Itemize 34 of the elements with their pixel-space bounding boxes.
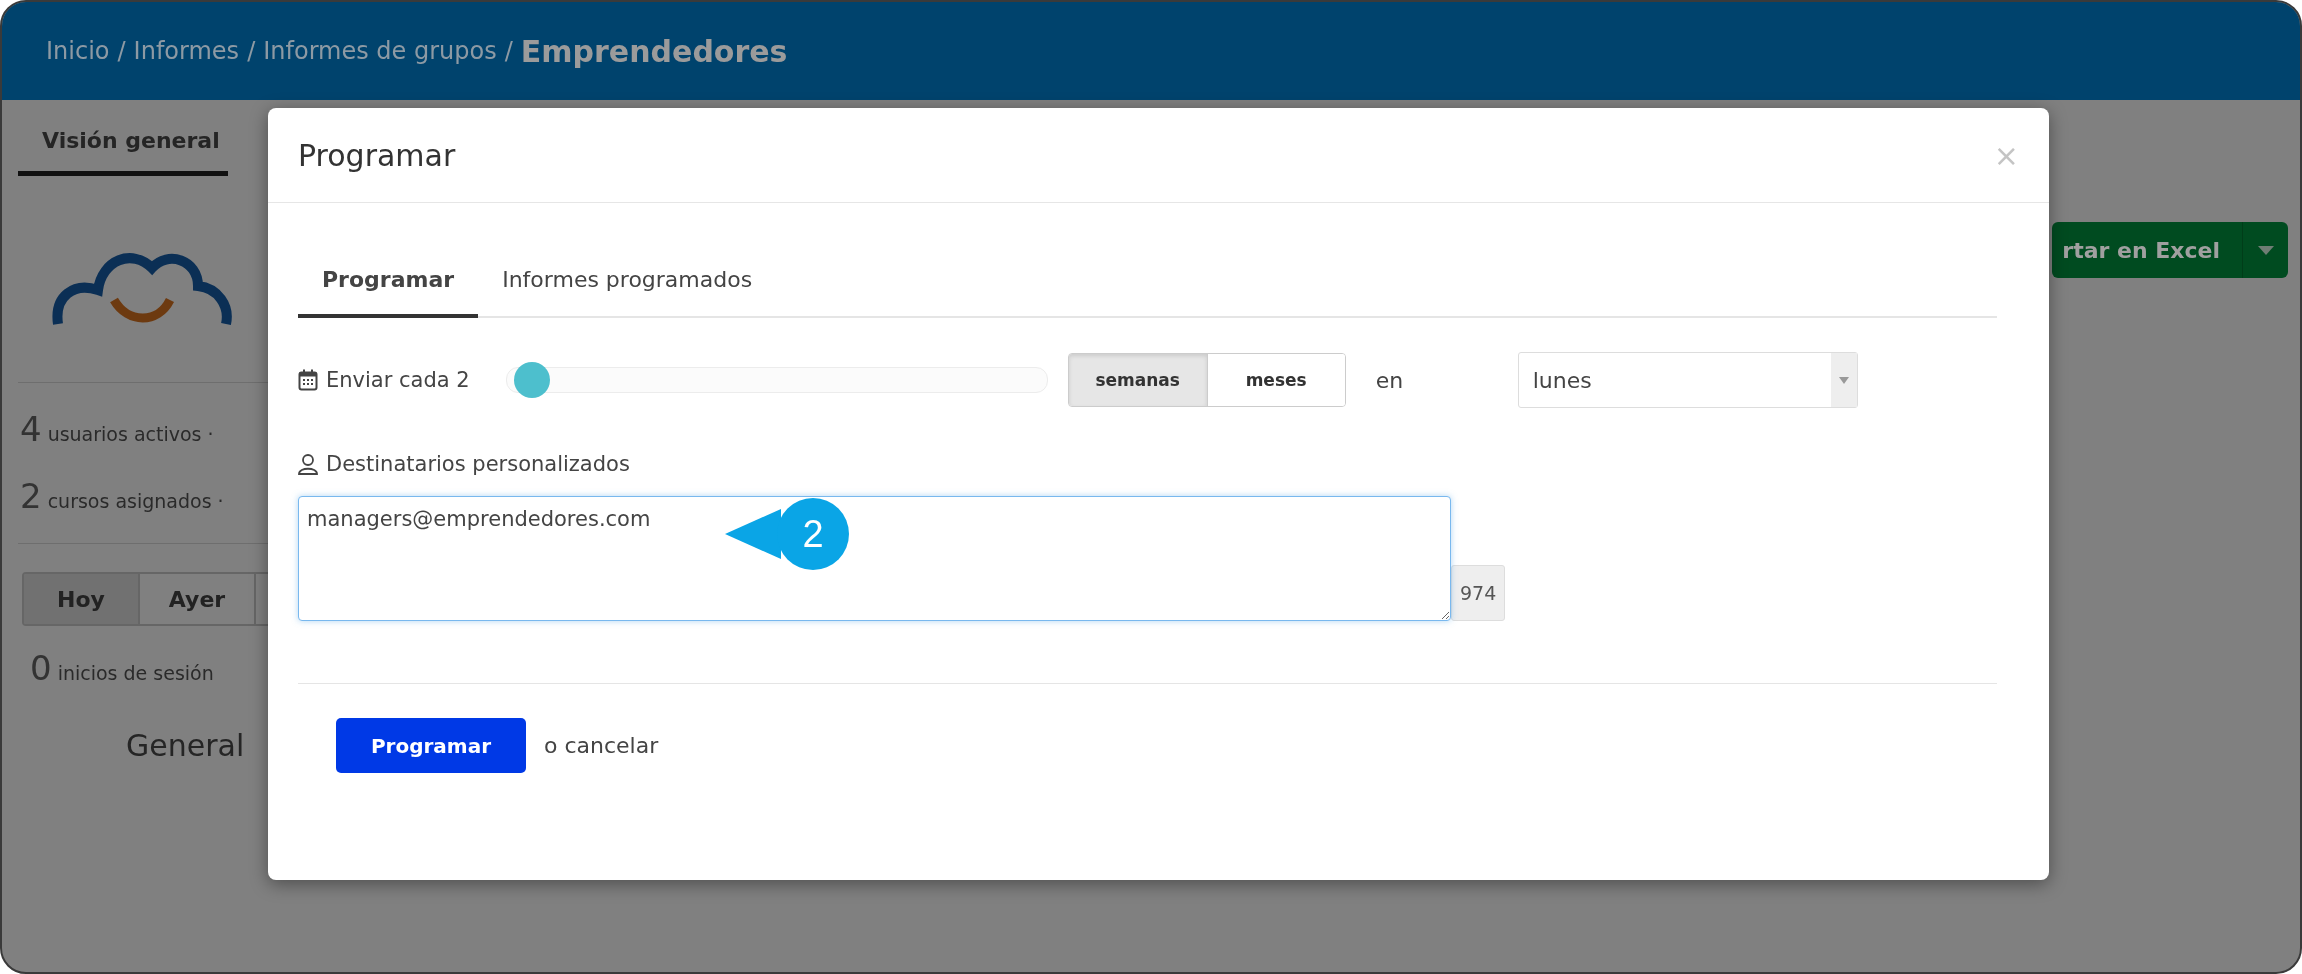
stat-count: 2 bbox=[20, 476, 42, 516]
stat-count: 0 bbox=[30, 648, 52, 688]
frequency-label: Enviar cada 2 bbox=[326, 368, 470, 392]
submit-button[interactable]: Programar bbox=[336, 718, 526, 773]
breadcrumb-link[interactable]: Informes de grupos bbox=[263, 37, 497, 65]
breadcrumb-separator: / bbox=[504, 37, 513, 65]
dialog-tab[interactable]: Informes programados bbox=[478, 247, 777, 318]
breadcrumb-separator: / bbox=[247, 37, 256, 65]
breadcrumb-separator: / bbox=[117, 37, 126, 65]
character-counter: 974 bbox=[1451, 565, 1506, 621]
stat-label: inicios de sesión bbox=[57, 662, 214, 684]
stat-label: usuarios activos · bbox=[47, 423, 214, 445]
breadcrumb-link[interactable]: Inicio bbox=[46, 37, 110, 65]
dialog-title: Programar bbox=[298, 137, 456, 173]
callout-pointer-icon bbox=[725, 509, 781, 559]
recipients-label: Destinatarios personalizados bbox=[326, 452, 630, 476]
export-button[interactable]: rtar en Excel bbox=[2052, 222, 2242, 278]
cancel-link[interactable]: o cancelar bbox=[544, 733, 659, 758]
day-select[interactable]: lunes bbox=[1517, 352, 1858, 408]
calendar-icon bbox=[298, 369, 318, 391]
dialog-tab[interactable]: Programar bbox=[298, 247, 479, 318]
breadcrumb-link[interactable]: Informes bbox=[133, 37, 240, 65]
user-icon bbox=[298, 453, 318, 475]
unit-toggle[interactable]: meses bbox=[1206, 354, 1345, 406]
page-tab[interactable]: Visión general bbox=[18, 100, 228, 176]
section-title: General bbox=[126, 728, 246, 763]
stat-label: cursos asignados · bbox=[47, 490, 224, 512]
stat-count: 4 bbox=[20, 409, 42, 449]
day-label: en bbox=[1375, 367, 1405, 393]
unit-toggle[interactable]: semanas bbox=[1068, 354, 1207, 406]
caret-icon bbox=[1838, 376, 1849, 384]
breadcrumb-current: Emprendedores bbox=[520, 33, 788, 69]
slider-thumb[interactable] bbox=[513, 362, 550, 398]
caret-icon bbox=[2257, 245, 2274, 255]
